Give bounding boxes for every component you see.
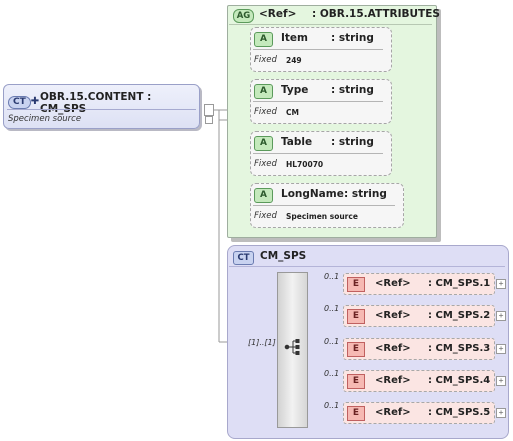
fixed-value: HL70070	[286, 160, 324, 169]
element-ref: <Ref>	[375, 343, 411, 354]
element-ref: <Ref>	[375, 310, 411, 321]
element-cm-sps-5[interactable]: E <Ref> : CM_SPS.5	[343, 402, 495, 424]
main-title: OBR.15.CONTENT : CM_SPS	[40, 91, 152, 115]
fixed-value: Specimen source	[286, 212, 358, 221]
element-cm-sps-2[interactable]: E <Ref> : CM_SPS.2	[343, 305, 495, 327]
attribute-group-ref: <Ref>	[259, 8, 297, 20]
attribute-name: LongName	[281, 188, 344, 200]
element-ref: <Ref>	[375, 375, 411, 386]
element-occurrence: 0..1	[324, 369, 340, 378]
attribute-group-divider	[229, 24, 432, 25]
element-occurrence: 0..1	[324, 272, 340, 281]
expand-button[interactable]: +	[496, 408, 506, 418]
attribute-name: Table	[281, 136, 313, 148]
element-occurrence: 0..1	[324, 401, 340, 410]
attribute-item[interactable]: A Item : string Fixed 249	[250, 27, 392, 72]
main-badge-wrap: CT ✚	[8, 89, 39, 109]
attribute-divider	[253, 153, 383, 154]
attribute-divider	[253, 205, 395, 206]
attribute-badge: A	[254, 136, 273, 151]
complex-type-divider	[229, 266, 505, 267]
fixed-label: Fixed	[254, 55, 277, 65]
fixed-label: Fixed	[254, 211, 277, 221]
attribute-badge: A	[254, 32, 273, 47]
expand-button[interactable]: +	[496, 376, 506, 386]
complex-type-badge: CT	[233, 251, 254, 265]
complex-type-name: CM_SPS	[260, 250, 307, 262]
element-name: : CM_SPS.5	[428, 407, 491, 418]
attribute-badge: A	[254, 84, 273, 99]
collapse-handle-2[interactable]	[205, 116, 213, 124]
element-occurrence: 0..1	[324, 337, 340, 346]
sequence-icon	[284, 339, 300, 355]
collapse-handle[interactable]	[204, 104, 214, 116]
element-name: : CM_SPS.2	[428, 310, 491, 321]
element-name: : CM_SPS.1	[428, 278, 491, 289]
expand-button[interactable]: +	[496, 279, 506, 289]
element-occurrence: 0..1	[324, 304, 340, 313]
divider	[7, 109, 196, 110]
fixed-label: Fixed	[254, 159, 277, 169]
attribute-name: Item	[281, 32, 308, 44]
attribute-badge: A	[254, 188, 273, 203]
attribute-group-badge: AG	[233, 9, 254, 23]
main-description: Specimen source	[8, 114, 82, 124]
plus-icon: ✚	[30, 96, 40, 107]
attribute-type[interactable]: A Type : string Fixed CM	[250, 79, 392, 124]
main-type-box[interactable]: CT ✚ OBR.15.CONTENT : CM_SPS Specimen sou…	[3, 84, 200, 129]
attribute-divider	[253, 49, 383, 50]
expand-button[interactable]: +	[496, 344, 506, 354]
attribute-type-label: : string	[331, 136, 374, 148]
attribute-table[interactable]: A Table : string Fixed HL70070	[250, 131, 392, 176]
element-badge: E	[347, 374, 365, 389]
expand-button[interactable]: +	[496, 311, 506, 321]
attribute-group-name: : OBR.15.ATTRIBUTES	[312, 8, 440, 20]
element-badge: E	[347, 309, 365, 324]
element-ref: <Ref>	[375, 278, 411, 289]
element-name: : CM_SPS.3	[428, 343, 491, 354]
attribute-type-label: : string	[331, 84, 374, 96]
element-badge: E	[347, 406, 365, 421]
element-cm-sps-4[interactable]: E <Ref> : CM_SPS.4	[343, 370, 495, 392]
element-name: : CM_SPS.4	[428, 375, 491, 386]
element-cm-sps-3[interactable]: E <Ref> : CM_SPS.3	[343, 338, 495, 360]
element-badge: E	[347, 277, 365, 292]
fixed-label: Fixed	[254, 107, 277, 117]
attribute-longname[interactable]: A LongName : string Fixed Specimen sourc…	[250, 183, 404, 228]
complex-type-badge: CT	[8, 96, 31, 109]
sequence-occurrence: [1]..[1]	[248, 338, 276, 347]
fixed-value: 249	[286, 56, 302, 65]
attribute-type: : string	[331, 32, 374, 44]
attribute-name: Type	[281, 84, 309, 96]
attribute-divider	[253, 101, 383, 102]
fixed-value: CM	[286, 108, 299, 117]
attribute-type-label: : string	[344, 188, 387, 200]
element-cm-sps-1[interactable]: E <Ref> : CM_SPS.1	[343, 273, 495, 295]
element-badge: E	[347, 342, 365, 357]
element-ref: <Ref>	[375, 407, 411, 418]
